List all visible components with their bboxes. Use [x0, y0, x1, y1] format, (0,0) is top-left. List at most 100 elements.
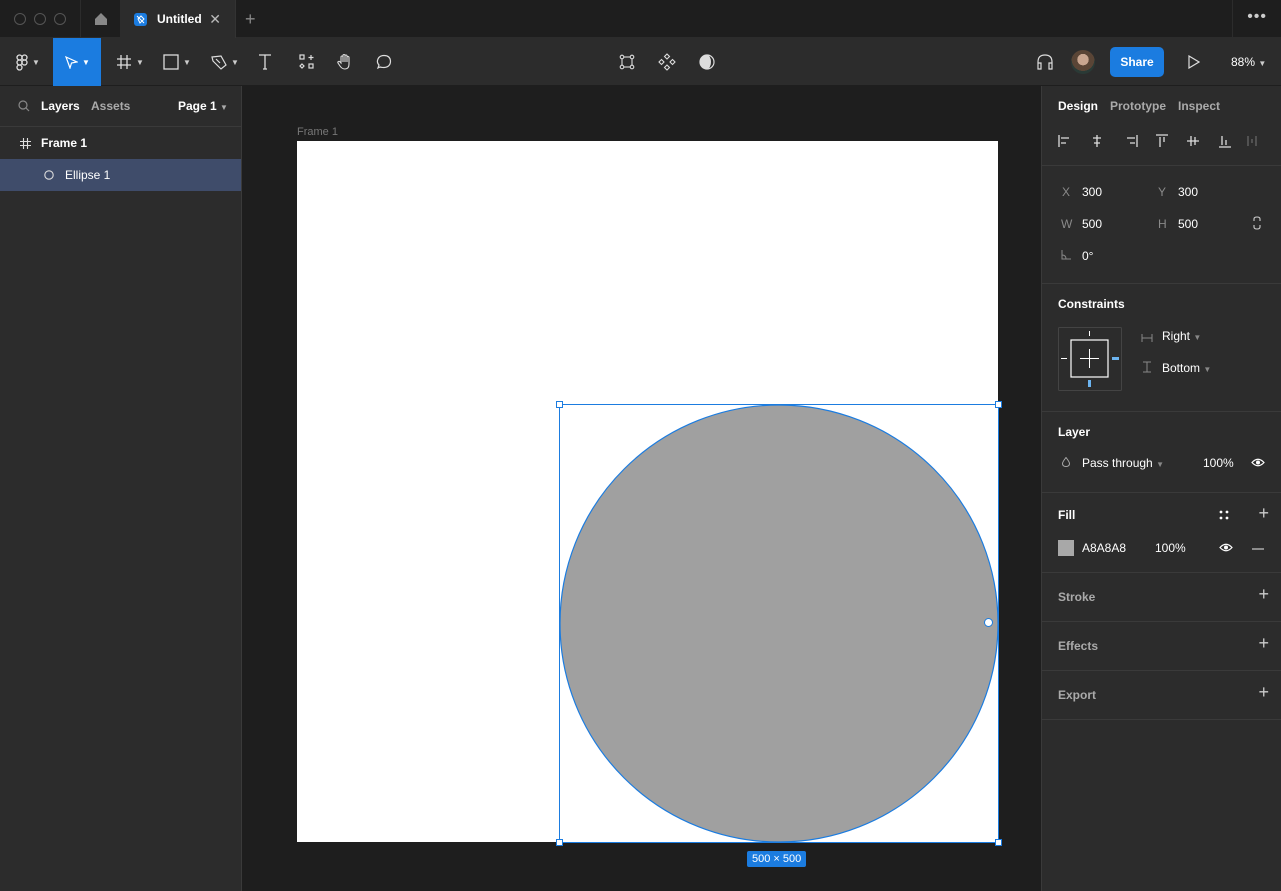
- tab-design[interactable]: Design: [1058, 99, 1098, 113]
- add-export-icon[interactable]: +: [1258, 682, 1269, 703]
- title-bar: Untitled ✕ + •••: [0, 0, 1281, 38]
- edit-object-button[interactable]: [616, 38, 638, 86]
- comment-tool-button[interactable]: [373, 38, 395, 86]
- rectangle-icon: [163, 54, 179, 70]
- tab-inspect[interactable]: Inspect: [1178, 99, 1220, 113]
- horizontal-constraint-dropdown[interactable]: Right ▼: [1162, 329, 1201, 343]
- vertical-constraint-value: Bottom: [1162, 361, 1201, 375]
- chevron-down-icon: ▼: [183, 57, 191, 67]
- resize-handle-bottom-left[interactable]: [556, 839, 563, 846]
- text-icon: [259, 54, 271, 70]
- height-input[interactable]: 500: [1178, 217, 1198, 231]
- move-tool-button[interactable]: ▼: [53, 38, 101, 86]
- design-panel: Design Prototype Inspect X 300 Y 300 W 5…: [1041, 86, 1281, 891]
- maximize-window-button[interactable]: [54, 13, 66, 25]
- contrast-icon: [699, 54, 715, 70]
- zoom-level-dropdown[interactable]: 88% ▼: [1231, 55, 1266, 69]
- user-avatar[interactable]: [1071, 50, 1095, 74]
- chevron-down-icon: ▼: [1203, 365, 1212, 374]
- tab-prototype[interactable]: Prototype: [1110, 99, 1166, 113]
- resources-button[interactable]: [296, 38, 318, 86]
- divider: [1232, 0, 1233, 38]
- width-input[interactable]: 500: [1082, 217, 1102, 231]
- new-tab-button[interactable]: +: [245, 9, 256, 30]
- component-icon: [658, 53, 676, 71]
- fill-section: Fill + A8A8A8 100%: [1042, 493, 1281, 573]
- audio-button[interactable]: [1034, 38, 1056, 86]
- effects-section: Effects +: [1042, 622, 1281, 671]
- close-window-button[interactable]: [14, 13, 26, 25]
- horizontal-constraint-value: Right: [1162, 329, 1191, 343]
- chevron-down-icon: ▼: [1156, 460, 1164, 469]
- tab-layers[interactable]: Layers: [41, 99, 80, 113]
- constraints-widget[interactable]: [1058, 327, 1122, 391]
- constrain-proportions-icon[interactable]: [1253, 216, 1261, 230]
- page-selector[interactable]: Page 1 ▼: [178, 99, 228, 113]
- headphones-icon: [1037, 54, 1053, 70]
- w-label: W: [1061, 217, 1073, 231]
- align-top-icon: [1156, 134, 1168, 147]
- resize-handle-top-left[interactable]: [556, 401, 563, 408]
- align-bottom-icon: [1219, 136, 1231, 148]
- file-tab[interactable]: Untitled ✕: [120, 0, 236, 38]
- fill-hex-input[interactable]: A8A8A8: [1082, 541, 1126, 555]
- add-effect-icon[interactable]: +: [1258, 633, 1269, 654]
- more-options-icon[interactable]: •••: [1247, 8, 1267, 26]
- share-button[interactable]: Share: [1110, 47, 1164, 77]
- figma-logo-icon: [16, 53, 28, 71]
- shape-tool-button[interactable]: ▼: [160, 38, 194, 86]
- rotation-icon: [1061, 250, 1071, 260]
- hand-tool-button[interactable]: [334, 38, 356, 86]
- chevron-down-icon: ▼: [220, 103, 228, 112]
- y-input[interactable]: 300: [1178, 185, 1198, 199]
- tab-assets[interactable]: Assets: [91, 99, 130, 113]
- eye-icon[interactable]: [1219, 543, 1233, 552]
- create-component-button[interactable]: [656, 38, 678, 86]
- layer-item-ellipse[interactable]: Ellipse 1: [0, 159, 241, 191]
- cursor-icon: [64, 55, 79, 69]
- eye-icon[interactable]: [1251, 458, 1265, 467]
- vertical-constraint-dropdown[interactable]: Bottom ▼: [1162, 361, 1211, 375]
- remove-fill-icon[interactable]: [1252, 548, 1264, 550]
- mask-button[interactable]: [696, 38, 718, 86]
- chevron-down-icon: ▼: [231, 57, 239, 67]
- constraints-title: Constraints: [1058, 297, 1125, 311]
- x-label: X: [1062, 185, 1071, 199]
- main-menu-button[interactable]: ▼: [10, 38, 46, 86]
- frame-icon: [117, 55, 132, 69]
- transform-section: X 300 Y 300 W 500 H 500 0°: [1042, 166, 1281, 284]
- pen-icon: [211, 55, 227, 70]
- canvas[interactable]: Frame 1 500 × 500: [242, 86, 1040, 891]
- minimize-window-button[interactable]: [34, 13, 46, 25]
- home-icon: [94, 13, 107, 25]
- search-icon[interactable]: [18, 100, 30, 112]
- add-fill-icon[interactable]: +: [1258, 503, 1269, 524]
- window-controls: [14, 13, 66, 25]
- home-button[interactable]: [80, 0, 120, 38]
- fill-color-swatch[interactable]: [1058, 540, 1074, 556]
- tab-title: Untitled: [157, 12, 202, 26]
- resize-handle-top-right[interactable]: [995, 401, 1002, 408]
- pen-tool-button[interactable]: ▼: [208, 38, 242, 86]
- present-button[interactable]: [1184, 38, 1204, 86]
- align-right-icon: [1127, 135, 1138, 147]
- blend-mode-dropdown[interactable]: Pass through ▼: [1082, 456, 1164, 470]
- resize-handle-bottom-right[interactable]: [995, 839, 1002, 846]
- fill-opacity-input[interactable]: 100%: [1155, 541, 1186, 555]
- layer-opacity-input[interactable]: 100%: [1203, 456, 1234, 470]
- frame-tool-button[interactable]: ▼: [113, 38, 147, 86]
- rotation-input[interactable]: 0°: [1082, 249, 1093, 263]
- layer-item-frame[interactable]: Frame 1: [0, 127, 241, 159]
- frame-label[interactable]: Frame 1: [297, 126, 338, 138]
- stroke-section: Stroke +: [1042, 573, 1281, 622]
- text-tool-button[interactable]: [254, 38, 276, 86]
- x-input[interactable]: 300: [1082, 185, 1102, 199]
- layer-section: Layer Pass through ▼ 100%: [1042, 412, 1281, 493]
- style-grid-icon[interactable]: [1219, 510, 1229, 520]
- arc-handle[interactable]: [984, 618, 993, 627]
- constraints-section: Constraints Right ▼ Bottom ▼: [1042, 284, 1281, 412]
- blend-mode-value: Pass through: [1082, 456, 1153, 470]
- add-stroke-icon[interactable]: +: [1258, 584, 1269, 605]
- h-label: H: [1158, 217, 1167, 231]
- close-tab-icon[interactable]: ✕: [209, 11, 221, 28]
